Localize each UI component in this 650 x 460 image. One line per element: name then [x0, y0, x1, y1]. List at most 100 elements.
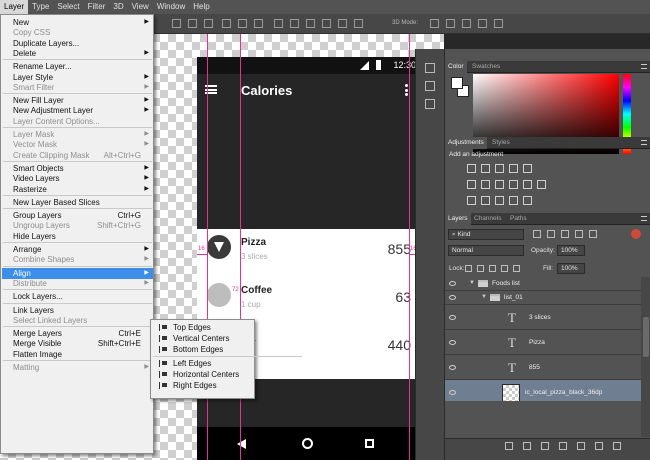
color-lookup-icon[interactable] [537, 180, 546, 189]
layer-row[interactable]: ▼ list_01 [445, 291, 641, 305]
distribute-hcenter-icon[interactable] [338, 19, 347, 28]
layer-row[interactable]: ic_local_pizza_black_36dp [445, 380, 641, 401]
menu-item-horizontal-centers[interactable]: Horizontal Centers [152, 369, 254, 380]
delete-layer-icon[interactable] [613, 442, 621, 450]
menu-item-top-edges[interactable]: Top Edges [152, 322, 254, 333]
align-top-icon[interactable] [172, 19, 181, 28]
layer-row[interactable]: T 3 slices [445, 305, 641, 330]
menu-item-right-edges[interactable]: Right Edges [152, 380, 254, 391]
new-layer-icon[interactable] [595, 442, 603, 450]
blend-mode-select[interactable]: Normal [448, 245, 524, 256]
channel-mixer-icon[interactable] [523, 180, 532, 189]
layer-kind-filter[interactable]: ⌕ Kind [448, 229, 524, 240]
info-icon[interactable] [425, 99, 435, 109]
layers-scrollbar[interactable] [641, 277, 650, 437]
home-icon[interactable] [302, 438, 313, 449]
color-balance-icon[interactable] [481, 180, 490, 189]
3d-drag-icon[interactable] [462, 19, 471, 28]
list-item[interactable]: Pizza 3 slices 855 [197, 229, 419, 279]
history-icon[interactable] [425, 63, 435, 73]
filter-adjustment-icon[interactable] [547, 230, 555, 238]
layer-row[interactable]: ▼ Foods list [445, 277, 641, 291]
3d-slide-icon[interactable] [478, 19, 487, 28]
lock-image-icon[interactable] [477, 265, 484, 272]
distribute-top-icon[interactable] [274, 19, 283, 28]
filter-shape-icon[interactable] [575, 230, 583, 238]
menu-item-hide-layers[interactable]: Hide Layers [2, 231, 153, 242]
menu-filter[interactable]: Filter [84, 0, 110, 14]
panel-menu-icon[interactable] [641, 64, 647, 69]
3d-roll-icon[interactable] [446, 19, 455, 28]
menu-view[interactable]: View [128, 0, 153, 14]
menu-window[interactable]: Window [153, 0, 189, 14]
link-layers-icon[interactable] [505, 442, 513, 450]
menu-type[interactable]: Type [28, 0, 53, 14]
new-group-icon[interactable] [577, 442, 585, 450]
3d-rotate-icon[interactable] [430, 19, 439, 28]
tab-styles[interactable]: Styles [489, 137, 513, 149]
back-icon[interactable] [237, 439, 246, 449]
black-white-icon[interactable] [495, 180, 504, 189]
panel-menu-icon[interactable] [641, 216, 647, 221]
opacity-input[interactable]: 100% [557, 245, 585, 256]
gradient-map-icon[interactable] [509, 196, 518, 205]
filter-type-icon[interactable] [561, 230, 569, 238]
distribute-bottom-icon[interactable] [306, 19, 315, 28]
align-hcenter-icon[interactable] [238, 19, 247, 28]
levels-icon[interactable] [481, 164, 490, 173]
panel-menu-icon[interactable] [641, 140, 647, 145]
tab-paths[interactable]: Paths [507, 213, 530, 225]
visibility-eye-icon[interactable] [449, 295, 456, 300]
selective-color-icon[interactable] [523, 196, 532, 205]
menu-item-select-linked-layers[interactable]: Select Linked Layers [2, 315, 153, 326]
visibility-eye-icon[interactable] [449, 340, 456, 345]
menu-item-create-clipping-mask[interactable]: Create Clipping Mask Alt+Ctrl+G [2, 150, 153, 161]
filter-pixel-icon[interactable] [533, 230, 541, 238]
align-vcenter-icon[interactable] [188, 19, 197, 28]
menu-item-flatten-image[interactable]: Flatten Image [2, 349, 153, 360]
visibility-eye-icon[interactable] [449, 281, 456, 286]
filter-toggle-icon[interactable] [631, 229, 641, 239]
photo-filter-icon[interactable] [509, 180, 518, 189]
properties-icon[interactable] [425, 81, 435, 91]
align-left-icon[interactable] [222, 19, 231, 28]
align-right-icon[interactable] [254, 19, 263, 28]
distribute-right-icon[interactable] [354, 19, 363, 28]
foreground-background-swatches[interactable] [451, 77, 471, 99]
menu-item-rasterize[interactable]: Rasterize ▶ [2, 184, 153, 195]
3d-scale-icon[interactable] [494, 19, 503, 28]
menu-item-left-edges[interactable]: Left Edges [152, 358, 254, 369]
lock-artboard-icon[interactable] [501, 265, 508, 272]
expand-triangle-icon[interactable]: ▼ [469, 280, 475, 286]
align-bottom-icon[interactable] [204, 19, 213, 28]
threshold-icon[interactable] [495, 196, 504, 205]
menu-layer[interactable]: Layer [0, 0, 29, 14]
recent-apps-icon[interactable] [365, 439, 374, 448]
tab-layers[interactable]: Layers [445, 213, 471, 225]
menu-item-new-layer-based-slices[interactable]: New Layer Based Slices [2, 197, 153, 208]
menu-select[interactable]: Select [53, 0, 83, 14]
visibility-eye-icon[interactable] [449, 390, 456, 395]
layer-row[interactable]: T Pizza [445, 330, 641, 355]
menu-item-combine-shapes[interactable]: Combine Shapes ▶ [2, 254, 153, 265]
tab-color[interactable]: Color [445, 61, 467, 73]
menu-item-lock-layers[interactable]: Lock Layers... [2, 291, 153, 302]
menu-item-delete[interactable]: Delete ▶ [2, 48, 153, 59]
curves-icon[interactable] [495, 164, 504, 173]
tab-swatches[interactable]: Swatches [469, 61, 503, 73]
menu-item-smart-filter[interactable]: Smart Filter ▶ [2, 82, 153, 93]
brightness-icon[interactable] [467, 164, 476, 173]
visibility-eye-icon[interactable] [449, 365, 456, 370]
posterize-icon[interactable] [481, 196, 490, 205]
layer-row[interactable]: T 855 [445, 355, 641, 380]
new-adjustment-icon[interactable] [559, 442, 567, 450]
foreground-color-swatch[interactable] [451, 77, 463, 89]
visibility-eye-icon[interactable] [449, 315, 456, 320]
lock-position-icon[interactable] [489, 265, 496, 272]
add-mask-icon[interactable] [541, 442, 549, 450]
invert-icon[interactable] [467, 196, 476, 205]
fx-icon[interactable] [523, 442, 531, 450]
lock-transparent-icon[interactable] [465, 265, 472, 272]
expand-triangle-icon[interactable]: ▼ [481, 294, 487, 300]
menu-item-bottom-edges[interactable]: Bottom Edges [152, 344, 254, 355]
